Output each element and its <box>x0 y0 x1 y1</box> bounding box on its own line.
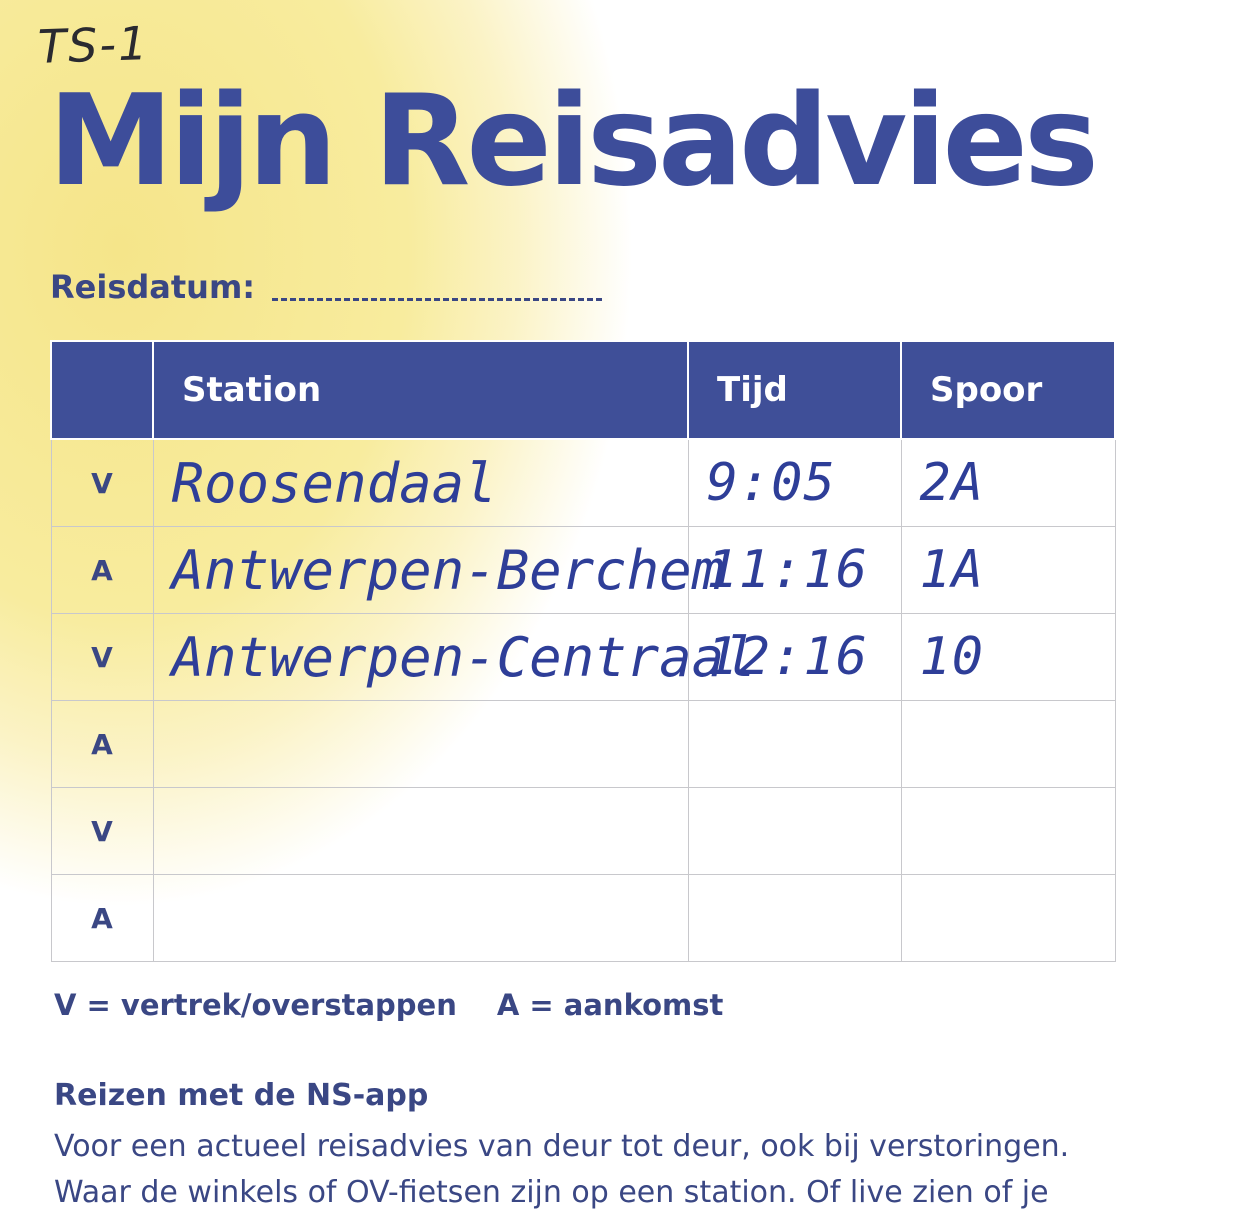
row-station: Roosendaal <box>171 451 497 515</box>
handwritten-note: TS-1 <box>37 16 151 74</box>
table-row: V Antwerpen-Centraal 12:16 10 <box>50 613 1116 701</box>
legend-a: A = aankomst <box>496 988 724 1022</box>
header-station: Station <box>152 340 689 440</box>
body-line: Waar de winkels of OV-fietsen zijn op ee… <box>54 1175 1049 1210</box>
row-tijd: 12:16 <box>706 627 869 687</box>
row-type: A <box>50 700 154 788</box>
table-header-row: Station Tijd Spoor <box>50 340 1116 440</box>
legend-v: V = vertrek/overstappen <box>54 988 457 1022</box>
table-row: A <box>50 700 1116 788</box>
row-spoor: 10 <box>919 627 985 687</box>
legend: V = vertrek/overstappen A = aankomst <box>54 988 723 1022</box>
table-row: V Roosendaal 9:05 2A <box>50 438 1116 527</box>
row-tijd: 9:05 <box>706 453 836 513</box>
table-row: V <box>50 787 1116 875</box>
reisdatum-label: Reisdatum: <box>50 268 256 306</box>
row-spoor: 2A <box>919 453 985 513</box>
row-station: Antwerpen-Berchem <box>171 538 725 602</box>
header-type <box>50 340 154 440</box>
page-title: Mijn Reisadvies <box>48 67 1099 214</box>
travel-table: Station Tijd Spoor V Roosendaal 9:05 2A … <box>50 340 1116 962</box>
row-type: V <box>50 438 154 527</box>
row-type: A <box>50 874 154 962</box>
row-type: V <box>50 613 154 701</box>
row-type: A <box>50 526 154 614</box>
section-heading: Reizen met de NS-app <box>54 1078 429 1113</box>
table-row: A <box>50 874 1116 962</box>
body-line: Voor een actueel reisadvies van deur tot… <box>54 1129 1070 1164</box>
row-type: V <box>50 787 154 875</box>
reisdatum-fill-line <box>272 298 602 301</box>
table-row: A Antwerpen-Berchem 11:16 1A <box>50 526 1116 614</box>
body-paragraph: Voor een actueel reisadvies van deur tot… <box>54 1124 1204 1216</box>
header-spoor: Spoor <box>900 340 1116 440</box>
row-station: Antwerpen-Centraal <box>171 625 757 689</box>
row-tijd: 11:16 <box>706 540 869 600</box>
row-spoor: 1A <box>919 540 985 600</box>
header-tijd: Tijd <box>687 340 902 440</box>
